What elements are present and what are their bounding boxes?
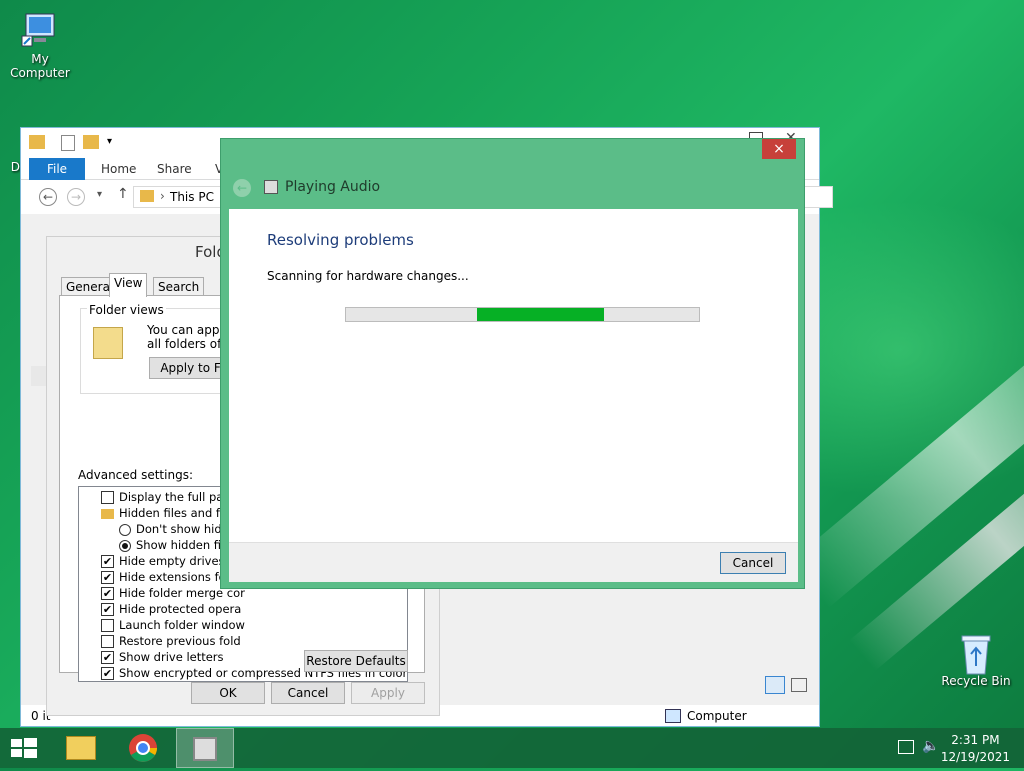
advanced-setting-item[interactable]: Don't show hidde xyxy=(119,521,236,537)
troubleshooter-body: Resolving problems Scanning for hardware… xyxy=(229,209,798,542)
advanced-setting-label: Hide protected opera xyxy=(119,602,242,616)
tab-share[interactable]: Share xyxy=(157,158,192,180)
advanced-setting-label: Show drive letters xyxy=(119,650,224,664)
desktop-icon-my-computer[interactable]: My Computer xyxy=(0,10,80,80)
volume-muted-icon[interactable]: 🔈 xyxy=(922,738,939,754)
troubleshooter-icon xyxy=(264,180,278,194)
status-text: Scanning for hardware changes... xyxy=(267,269,469,283)
progress-fill xyxy=(476,308,604,321)
checkbox-checked-icon: ✔ xyxy=(101,651,114,664)
advanced-setting-item[interactable]: ✔ Hide protected opera xyxy=(101,601,241,617)
close-button[interactable]: × xyxy=(762,139,796,159)
folder-icon xyxy=(29,135,45,149)
recycle-bin-icon xyxy=(956,632,996,675)
start-button[interactable] xyxy=(0,728,48,768)
breadcrumb-chevron-icon[interactable]: › xyxy=(160,189,165,203)
status-computer: Computer xyxy=(687,709,747,723)
checkbox-icon xyxy=(101,619,114,632)
advanced-setting-label: Launch folder window xyxy=(119,618,245,632)
details-view-icon[interactable] xyxy=(765,676,785,694)
advanced-setting-label: Restore previous fold xyxy=(119,634,241,648)
clock[interactable]: 2:31 PM 12/19/2021 xyxy=(941,732,1010,766)
nav-pane-item[interactable] xyxy=(31,366,47,386)
computer-icon xyxy=(665,709,681,723)
recent-locations-icon[interactable]: ▾ xyxy=(97,189,102,200)
tab-file[interactable]: File xyxy=(29,158,85,180)
advanced-setting-item[interactable]: ✔ Hide empty drives xyxy=(101,553,225,569)
apply-button[interactable]: Apply xyxy=(351,682,425,704)
checkbox-checked-icon: ✔ xyxy=(101,587,114,600)
dialog-title: Playing Audio xyxy=(285,179,381,195)
radio-selected-icon xyxy=(119,539,131,552)
clock-date: 12/19/2021 xyxy=(940,750,1010,764)
radio-icon xyxy=(119,523,131,536)
taskbar-troubleshooter[interactable] xyxy=(176,728,234,768)
folder-icon xyxy=(101,508,114,519)
chrome-icon xyxy=(129,734,157,762)
advanced-setting-item[interactable]: Restore previous fold xyxy=(101,633,241,649)
tab-view[interactable]: View xyxy=(109,273,148,297)
large-icons-view-icon[interactable] xyxy=(791,678,807,692)
computer-icon xyxy=(20,10,60,50)
taskbar-chrome[interactable] xyxy=(114,728,172,768)
properties-icon[interactable] xyxy=(61,135,75,151)
back-icon[interactable]: ← xyxy=(39,188,57,206)
forward-icon[interactable]: → xyxy=(67,188,85,206)
tab-home[interactable]: Home xyxy=(101,158,136,180)
chevron-down-icon[interactable]: ▾ xyxy=(107,136,112,147)
advanced-setting-item[interactable]: ✔ Show drive letters xyxy=(101,649,224,665)
clock-time: 2:31 PM xyxy=(951,733,1000,747)
file-explorer-icon xyxy=(66,736,96,760)
file-icon xyxy=(2,114,22,160)
advanced-settings-label: Advanced settings: xyxy=(78,468,193,482)
back-icon[interactable]: ← xyxy=(233,179,251,197)
tab-search[interactable]: Search xyxy=(153,277,205,297)
up-icon[interactable]: ↑ xyxy=(117,186,129,202)
folder-views-icon xyxy=(93,327,123,359)
dialog-footer: Cancel xyxy=(229,542,798,582)
checkbox-checked-icon: ✔ xyxy=(101,603,114,616)
advanced-setting-label: Hide empty drives xyxy=(119,554,225,568)
checkbox-icon xyxy=(101,635,114,648)
taskbar-file-explorer[interactable] xyxy=(52,728,110,768)
folder-icon xyxy=(140,190,154,202)
desktop-icon-recycle-bin[interactable]: Recycle Bin xyxy=(936,632,1016,688)
troubleshooter-dialog: × ← Playing Audio Resolving problems Sca… xyxy=(220,138,805,589)
troubleshooter-icon xyxy=(193,737,217,761)
checkbox-icon xyxy=(101,491,114,504)
page-title: Resolving problems xyxy=(267,231,414,249)
advanced-setting-item[interactable]: Launch folder window xyxy=(101,617,245,633)
ok-button[interactable]: OK xyxy=(191,682,265,704)
checkbox-checked-icon: ✔ xyxy=(101,555,114,568)
progress-bar xyxy=(345,307,700,322)
checkbox-checked-icon: ✔ xyxy=(101,667,114,680)
network-icon[interactable] xyxy=(898,740,914,754)
desktop-icon-label: My Computer xyxy=(10,52,70,80)
cancel-button[interactable]: Cancel xyxy=(720,552,786,574)
desktop-icon-label: Recycle Bin xyxy=(941,674,1011,688)
taskbar: 🔈 2:31 PM 12/19/2021 xyxy=(0,728,1024,768)
cancel-button[interactable]: Cancel xyxy=(271,682,345,704)
folder-views-label: Folder views xyxy=(87,303,166,317)
restore-defaults-button[interactable]: Restore Defaults xyxy=(304,650,408,672)
new-folder-icon[interactable] xyxy=(83,135,99,149)
breadcrumb-this-pc[interactable]: This PC xyxy=(170,190,214,204)
checkbox-checked-icon: ✔ xyxy=(101,571,114,584)
windows-logo-icon xyxy=(11,738,37,758)
